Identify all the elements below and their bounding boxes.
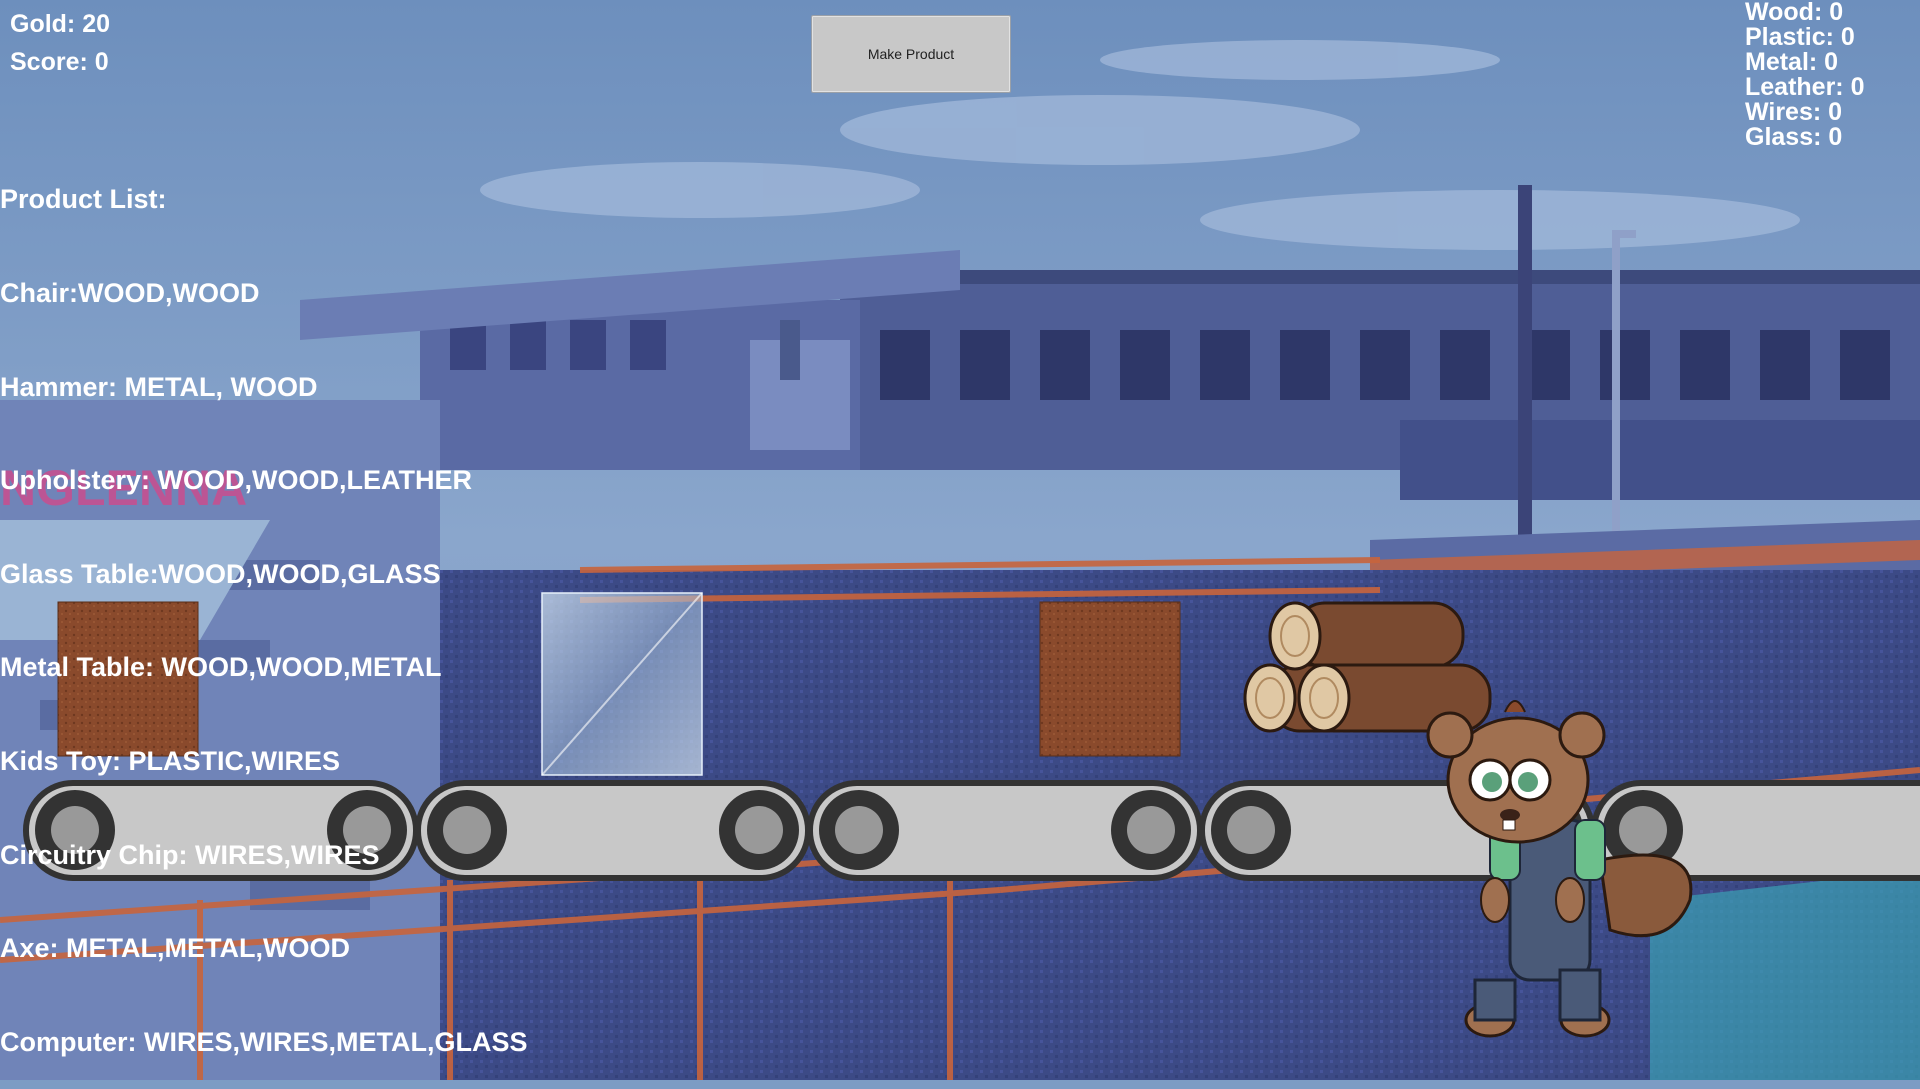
resource-inventory: Wood: 0 Plastic: 0 Metal: 0 Leather: 0 W…	[1745, 0, 1864, 150]
product-recipe: Hammer: METAL, WOOD	[0, 371, 318, 402]
make-product-button[interactable]: Make Product	[811, 15, 1011, 93]
product-recipe: Axe: METAL,METAL,WOOD	[0, 933, 350, 964]
belt-segment	[807, 780, 1203, 881]
score-counter: Score: 0	[10, 48, 109, 76]
product-list: Product List: Chair:WOOD,WOOD Hammer: ME…	[0, 122, 528, 1089]
resource-wires: Wires: 0	[1745, 98, 1843, 126]
product-recipe: Glass Table:WOOD,WOOD,GLASS	[0, 558, 441, 589]
resource-leather: Leather: 0	[1745, 73, 1865, 101]
product-recipe: Metal Table: WOOD,WOOD,METAL	[0, 652, 442, 683]
gold-counter: Gold: 20	[10, 10, 111, 38]
factory-building	[840, 270, 1920, 500]
product-list-title: Product List:	[0, 184, 167, 215]
leather-block[interactable]	[1039, 601, 1181, 757]
resource-plastic: Plastic: 0	[1745, 23, 1855, 51]
product-recipe: Computer: WIRES,WIRES,METAL,GLASS	[0, 1026, 528, 1057]
product-recipe: Chair:WOOD,WOOD	[0, 278, 260, 308]
product-recipe: Kids Toy: PLASTIC,WIRES	[0, 745, 341, 776]
resource-wood: Wood: 0	[1745, 0, 1844, 26]
product-recipe: Circuitry Chip: WIRES,WIRES	[0, 839, 380, 870]
resource-glass: Glass: 0	[1745, 123, 1843, 151]
resource-metal: Metal: 0	[1745, 48, 1839, 76]
product-recipe: Upholstery: WOOD,WOOD,LEATHER	[0, 465, 472, 496]
